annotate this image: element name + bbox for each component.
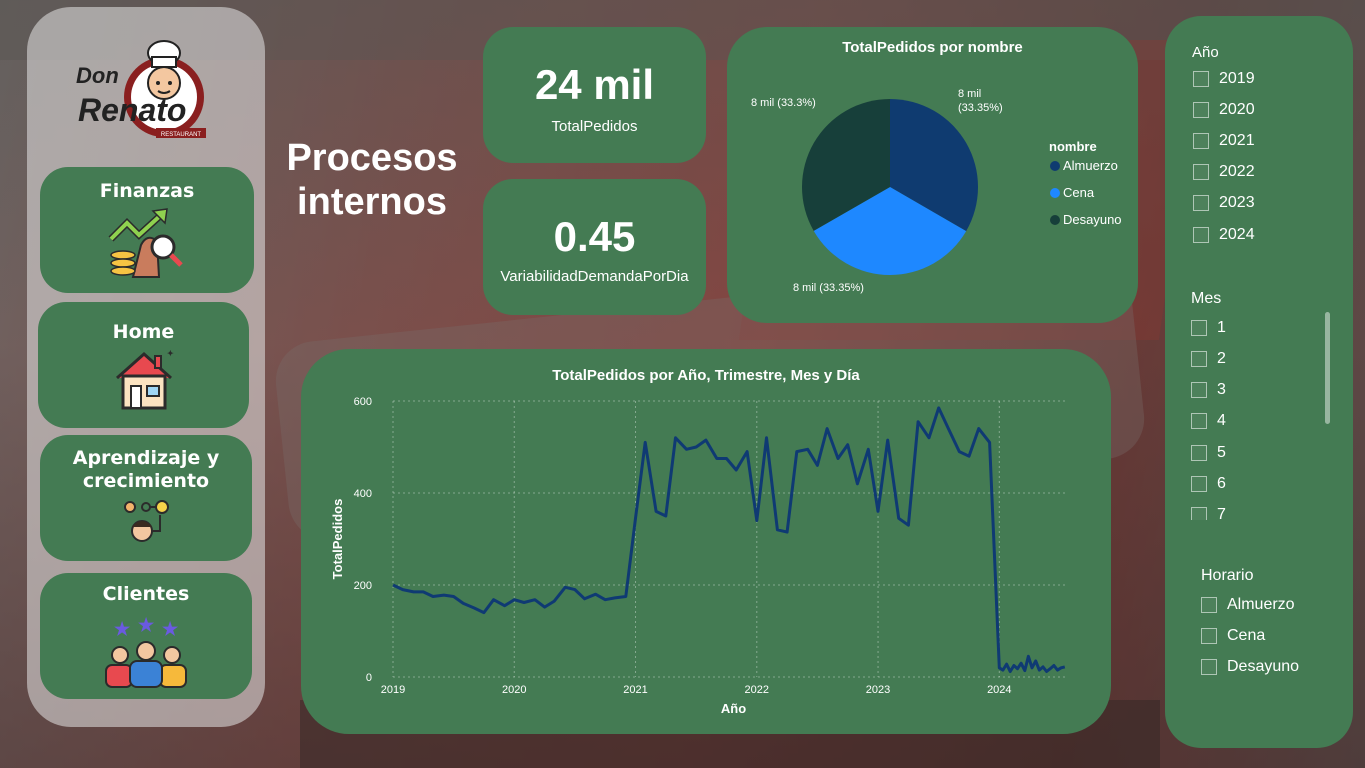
slicer-anio-option[interactable]: 2023: [1193, 194, 1255, 212]
slicer-mes: Mes 1 2 3 4 5 6 7: [1191, 290, 1331, 520]
slicer-mes-option[interactable]: 5: [1191, 444, 1226, 462]
slicer-mes-option[interactable]: 7: [1191, 506, 1226, 520]
slicer-mes-scrollbar[interactable]: [1325, 312, 1330, 424]
nav-label-finanzas: Finanzas: [99, 180, 195, 202]
slicer-anio-title: Año: [1192, 44, 1219, 61]
slicer-anio-option[interactable]: 2021: [1193, 132, 1255, 150]
y-tick-label: 200: [354, 580, 372, 592]
page-title-line1: Procesos: [286, 137, 458, 179]
customers-stars-icon: ★ ★ ★: [105, 617, 187, 688]
pie-data-label: 8 mil (33.35%): [793, 282, 864, 294]
logo-text-restaurant: RESTAURANT: [161, 132, 202, 138]
slicer-horario-option[interactable]: Cena: [1201, 627, 1265, 645]
line-chart-panel: TotalPedidos por Año, Trimestre, Mes y D…: [301, 349, 1111, 734]
slicer-anio-option[interactable]: 2024: [1193, 226, 1255, 244]
page-title: Procesos internos: [272, 136, 472, 224]
slicer-mes-option[interactable]: 2: [1191, 350, 1226, 368]
page-title-line2: internos: [297, 181, 447, 223]
x-tick-label: 2023: [866, 684, 890, 696]
svg-text:★: ★: [162, 619, 179, 639]
slicer-mes-option[interactable]: 3: [1191, 381, 1226, 399]
slicer-anio-option[interactable]: 2022: [1193, 163, 1255, 181]
pie-legend-item: Desayuno: [1063, 212, 1122, 227]
x-tick-label: 2019: [381, 684, 405, 696]
slicer-horario-option[interactable]: Desayuno: [1201, 658, 1299, 676]
x-tick-label: 2022: [745, 684, 769, 696]
pie-legend-marker: [1050, 215, 1060, 225]
slicer-mes-option[interactable]: 6: [1191, 475, 1226, 493]
pie-legend-item: Cena: [1063, 185, 1095, 200]
pie-data-label: 8 mil: [958, 88, 981, 100]
y-tick-label: 600: [354, 396, 372, 408]
y-tick-label: 400: [354, 488, 372, 500]
x-tick-label: 2024: [987, 684, 1011, 696]
logo-text-renato: Renato: [78, 92, 186, 128]
line-chart: 0 200 400 600 2019 2020 2021 2022 2023 2024 Año Tot…: [330, 396, 1066, 716]
finance-growth-icon: [108, 208, 183, 278]
slicer-anio-option[interactable]: 2020: [1193, 101, 1255, 119]
nav-label-aprendizaje-line1: Aprendizaje y: [72, 447, 220, 469]
slicer-anio-option[interactable]: 2019: [1193, 70, 1255, 88]
kpi-card-variabilidad: 0.45 VariabilidadDemandaPorDia: [483, 179, 706, 315]
slicer-mes-option[interactable]: 1: [1191, 319, 1226, 337]
nav-label-clientes: Clientes: [102, 583, 190, 605]
slicer-mes-option[interactable]: 4: [1191, 412, 1226, 430]
nav-label-home: Home: [112, 321, 175, 343]
nav-button-aprendizaje[interactable]: Aprendizaje y crecimiento: [40, 435, 252, 561]
svg-text:✦: ✦: [167, 349, 174, 358]
nav-label-aprendizaje-line2: crecimiento: [82, 470, 210, 492]
nav-button-home[interactable]: Home ✦: [38, 302, 249, 428]
nav-button-clientes[interactable]: Clientes ★ ★ ★: [40, 573, 252, 699]
x-axis-label: Año: [721, 701, 746, 716]
learning-person-icon: [124, 500, 169, 542]
logo-text-don: Don: [76, 63, 119, 88]
y-axis-label: TotalPedidos: [330, 499, 345, 580]
nav-button-finanzas[interactable]: Finanzas: [40, 167, 254, 293]
line-series: [392, 406, 1066, 673]
slicer-mes-title: Mes: [1191, 290, 1222, 307]
pie-data-label: 8 mil (33.3%): [751, 97, 816, 109]
svg-text:★: ★: [114, 619, 131, 639]
pie-legend-marker: [1050, 161, 1060, 171]
svg-text:★: ★: [138, 617, 155, 635]
kpi-total-pedidos-label: TotalPedidos: [551, 118, 638, 135]
pie-data-label: (33.35%): [958, 102, 1003, 114]
pie-legend-marker: [1050, 188, 1060, 198]
y-tick-label: 0: [366, 672, 372, 684]
kpi-card-total-pedidos: 24 mil TotalPedidos: [483, 27, 706, 163]
slicer-horario-option[interactable]: Almuerzo: [1201, 596, 1295, 614]
slicer-horario-title: Horario: [1201, 567, 1254, 584]
x-tick-label: 2021: [623, 684, 647, 696]
pie-chart: 8 mil (33.35%) 8 mil (33.35%) 8 mil (33.3%)…: [751, 88, 1122, 294]
x-tick-label: 2020: [502, 684, 526, 696]
pie-legend-item: Almuerzo: [1063, 158, 1118, 173]
pie-chart-panel: TotalPedidos por nombre 8 mil (33.35%) 8 m…: [727, 27, 1138, 323]
kpi-total-pedidos-value: 24 mil: [534, 61, 655, 108]
house-icon: ✦: [115, 349, 174, 410]
kpi-variabilidad-label: VariabilidadDemandaPorDia: [500, 268, 689, 285]
don-renato-logo: Don Renato RESTAURANT: [76, 40, 206, 138]
kpi-variabilidad-value: 0.45: [553, 213, 636, 260]
pie-legend-title: nombre: [1049, 139, 1097, 154]
